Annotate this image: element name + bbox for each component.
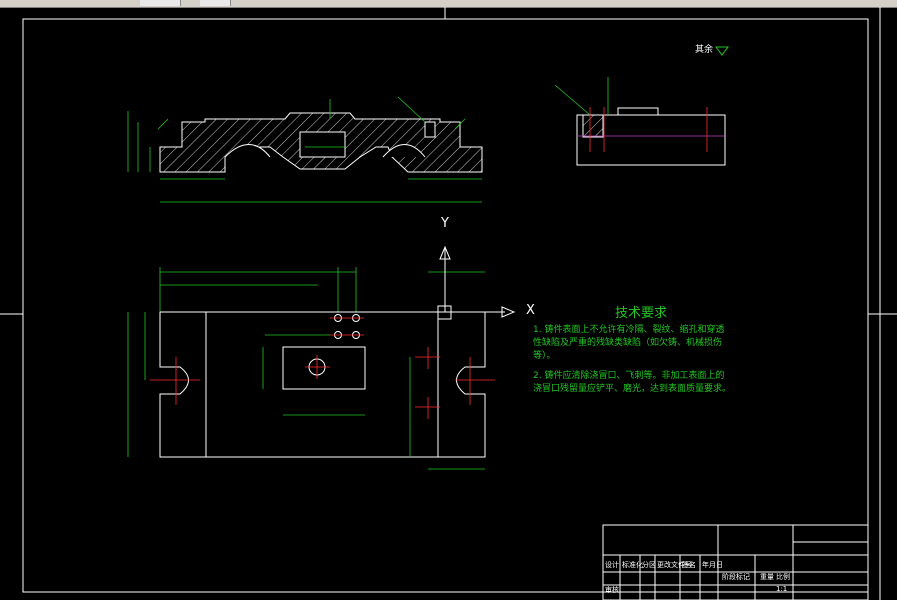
title-block-cell: 分区 [642,561,656,569]
sheet-frame [0,7,897,600]
section-view [159,112,483,173]
rest-surface-label: 其余 [695,45,714,55]
toolbar-tab[interactable] [200,0,231,6]
side-view-leaders [554,77,609,116]
toolbar-tab[interactable] [140,0,181,6]
technical-requirements-title: 技术要求 [615,306,668,321]
title-block-cell: 审核 [605,586,619,594]
title-block-cell: 重量 [760,573,774,581]
technical-requirements-line: 等）。 [533,351,556,361]
technical-requirements-line: 1. 铸件表面上不允许有冷隔、裂纹、缩孔和穿透 [533,325,725,335]
side-view [576,107,726,166]
title-block-cell: 设计 [605,561,619,569]
technical-requirements-line: 2. 铸件应清除浇冒口、飞刺等。非加工表面上的 [533,371,725,381]
coordinate-axes [160,245,516,318]
y-axis-label: Y [441,216,449,231]
x-axis-label: X [526,303,535,318]
technical-requirements-line: 浇冒口残留量应铲平、磨光，达到表面质量要求。 [533,384,732,394]
plan-centerlines [150,317,495,419]
surface-roughness-rest [715,46,729,56]
drawing-canvas[interactable] [0,7,897,600]
title-block-cell: 比例 [776,573,790,581]
title-block-cell: 签名 [682,561,696,569]
title-block-cell: 年月日 [702,561,723,569]
plan-view [159,305,486,458]
title-block-cell: 标准化 [622,561,643,569]
technical-requirements-line: 性缺陷及严重的残缺类缺陷（如欠铸、机械损伤 [533,338,723,348]
title-block-scale: 1:1 [776,585,788,593]
title-block-cell: 阶段标记 [722,573,750,581]
